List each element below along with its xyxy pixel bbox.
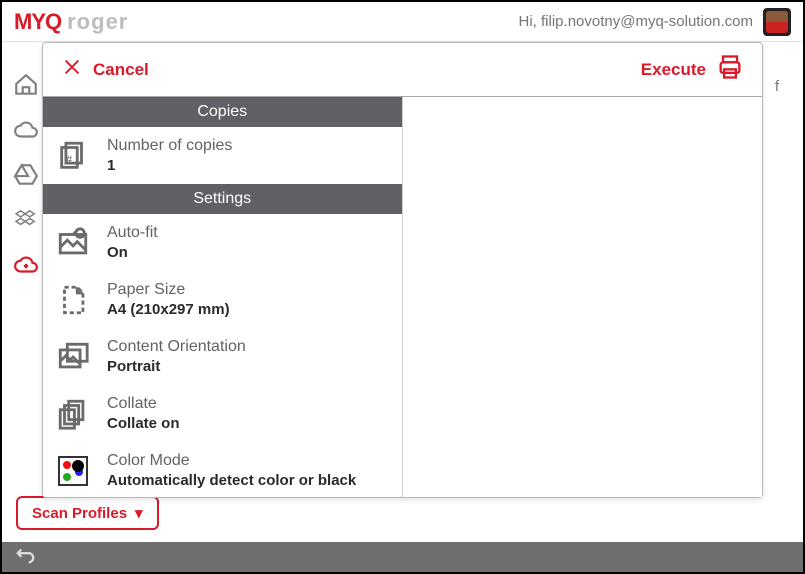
drive-icon[interactable] [13,162,39,193]
modal-body: Copies # Number of copies 1 Settings [43,97,762,497]
section-header-copies: Copies [43,97,402,127]
cloud-icon[interactable] [13,117,39,148]
cancel-label: Cancel [93,60,149,80]
settings-pane: Copies # Number of copies 1 Settings [43,97,403,497]
logo-myq: MYQ [14,9,61,35]
row-content-orientation[interactable]: Content Orientation Portrait [43,328,402,385]
bg-footer [2,542,803,572]
collate-icon [53,397,93,431]
autofit-value: On [107,244,158,261]
print-settings-modal: Cancel Execute Copies # Number of copies [42,42,763,498]
row-paper-size[interactable]: Paper Size A4 (210x297 mm) [43,271,402,328]
collate-label: Collate [107,395,180,413]
logo-roger: roger [67,9,128,35]
paper-icon [53,283,93,317]
scan-profiles-button[interactable]: Scan Profiles ▾ [16,496,159,530]
copies-icon: # [53,139,93,173]
bg-header: MYQ roger Hi, filip.novotny@myq-solution… [2,2,803,42]
color-mode-icon [53,456,93,486]
color-label: Color Mode [107,452,356,470]
paper-value: A4 (210x297 mm) [107,301,230,318]
row-auto-fit[interactable]: Auto-fit On [43,214,402,271]
modal-header: Cancel Execute [43,43,762,97]
back-icon[interactable] [14,544,36,571]
collate-value: Collate on [107,415,180,432]
orientation-value: Portrait [107,358,246,375]
avatar[interactable] [763,8,791,36]
greeting-text: Hi, filip.novotny@myq-solution.com [519,13,753,30]
scan-cloud-icon[interactable] [13,252,39,283]
execute-button[interactable]: Execute [641,53,744,86]
bg-placeholder: f [775,78,779,95]
row-collate[interactable]: Collate Collate on [43,385,402,442]
home-icon[interactable] [13,72,39,103]
section-header-settings: Settings [43,184,402,214]
close-icon [61,56,83,83]
paper-label: Paper Size [107,281,230,299]
autofit-icon [53,226,93,260]
orientation-icon [53,340,93,374]
chevron-down-icon: ▾ [135,504,143,522]
app-logo: MYQ roger [14,9,128,35]
app-root: MYQ roger Hi, filip.novotny@myq-solution… [0,0,805,574]
copies-value: 1 [107,157,232,174]
row-number-of-copies[interactable]: # Number of copies 1 [43,127,402,184]
row-color-mode[interactable]: Color Mode Automatically detect color or… [43,442,402,497]
copies-label: Number of copies [107,137,232,155]
cancel-button[interactable]: Cancel [61,56,149,83]
dropbox-icon[interactable] [13,207,39,238]
execute-label: Execute [641,60,706,80]
color-value: Automatically detect color or black [107,472,356,489]
preview-pane [403,97,763,497]
orientation-label: Content Orientation [107,338,246,356]
printer-icon [716,53,744,86]
autofit-label: Auto-fit [107,224,158,242]
svg-text:#: # [66,154,73,166]
scan-profiles-label: Scan Profiles [32,505,127,522]
